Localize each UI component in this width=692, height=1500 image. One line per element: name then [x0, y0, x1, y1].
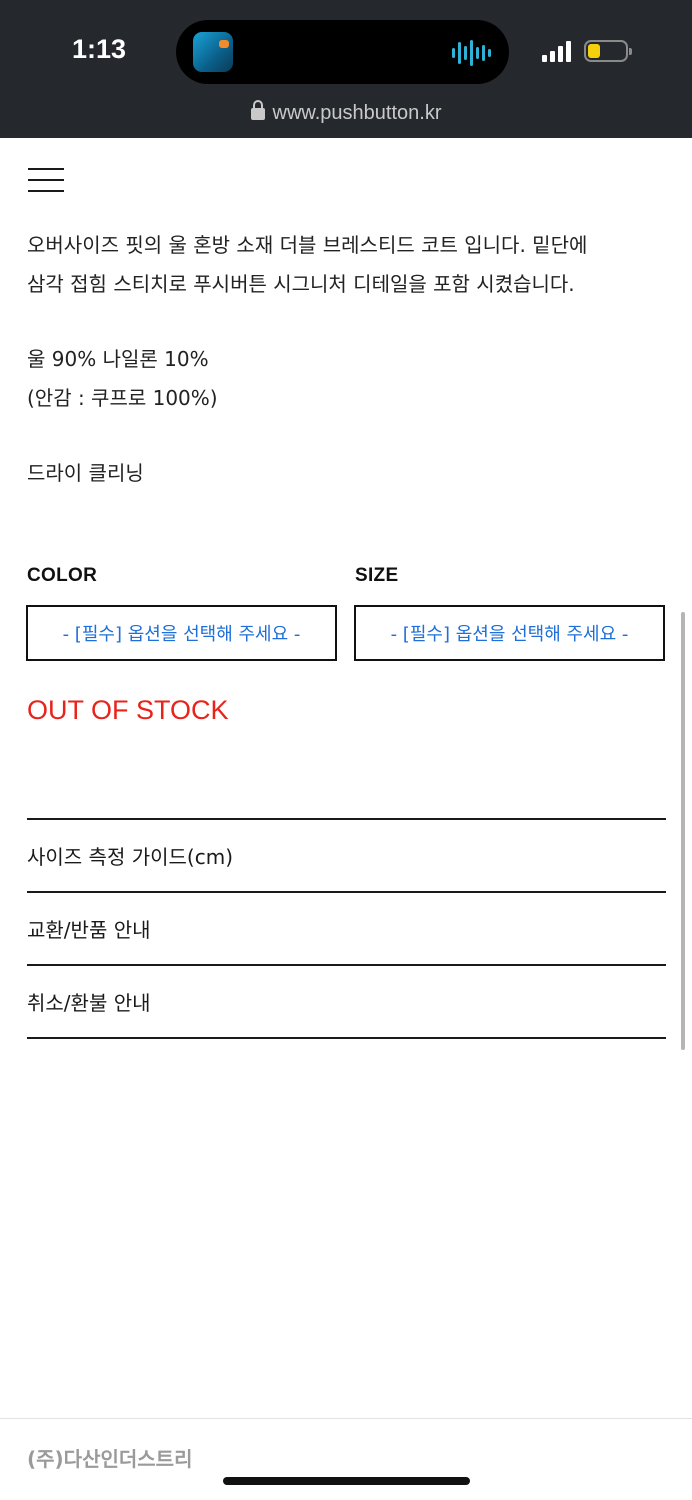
description-line: 울 90% 나일론 10%: [27, 347, 209, 371]
battery-icon: [584, 40, 632, 62]
lock-icon: [250, 100, 265, 120]
scrollbar[interactable]: [681, 612, 685, 1050]
footer: (주)다산인더스트리: [0, 1418, 692, 1500]
size-label: SIZE: [355, 565, 399, 586]
size-select[interactable]: - [필수] 옵션을 선택해 주세요 -: [354, 605, 665, 661]
info-accordion: 사이즈 측정 가이드(cm) 교환/반품 안내 취소/환불 안내: [27, 818, 666, 1039]
home-indicator[interactable]: [223, 1477, 470, 1485]
status-time: 1:13: [72, 34, 127, 64]
out-of-stock-label: OUT OF STOCK: [27, 695, 229, 725]
now-playing-thumbnail: [193, 32, 233, 72]
url-text: www.pushbutton.kr: [272, 102, 442, 124]
accordion-cancel-refund[interactable]: 취소/환불 안내: [27, 966, 666, 1039]
audio-waveform-icon: [452, 40, 491, 66]
menu-icon[interactable]: [28, 168, 64, 194]
cellular-signal-icon: [542, 40, 571, 62]
status-bar: 1:13 www.pushbutton.kr: [0, 0, 692, 138]
description-line: 드라이 클리닝: [27, 461, 144, 485]
url-bar[interactable]: www.pushbutton.kr: [0, 100, 692, 125]
description-line: 삼각 접힘 스티치로 푸시버튼 시그니처 디테일을 포함 시켰습니다.: [27, 272, 575, 296]
color-label: COLOR: [27, 565, 98, 586]
accordion-size-guide[interactable]: 사이즈 측정 가이드(cm): [27, 820, 666, 893]
accordion-exchange-return[interactable]: 교환/반품 안내: [27, 893, 666, 966]
product-description: 오버사이즈 핏의 울 혼방 소재 더블 브레스티드 코트 입니다. 밑단에 삼각…: [27, 226, 667, 493]
description-line: (안감 : 쿠프로 100%): [27, 386, 218, 410]
color-select[interactable]: - [필수] 옵션을 선택해 주세요 -: [26, 605, 337, 661]
company-name: (주)다산인더스트리: [27, 1447, 193, 1471]
description-line: 오버사이즈 핏의 울 혼방 소재 더블 브레스티드 코트 입니다. 밑단에: [27, 233, 588, 257]
dynamic-island[interactable]: [176, 20, 509, 84]
